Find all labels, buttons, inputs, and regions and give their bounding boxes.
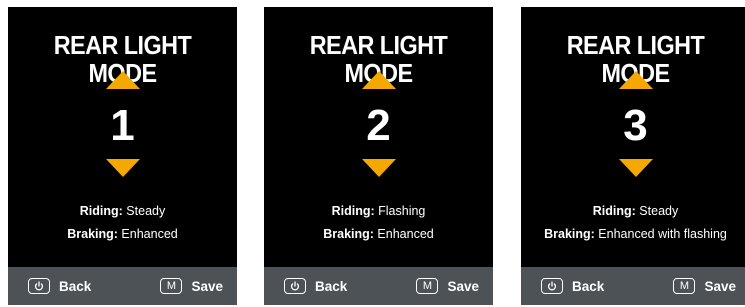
m-key-icon: M xyxy=(416,278,439,294)
riding-info: Riding: Steady xyxy=(521,203,745,219)
save-button[interactable]: M Save xyxy=(673,277,736,295)
save-label: Save xyxy=(704,278,736,294)
footer-bar: Back M Save xyxy=(8,267,237,305)
save-label: Save xyxy=(447,278,479,294)
arrow-up-icon[interactable] xyxy=(105,71,140,89)
braking-label: Braking: xyxy=(67,227,118,241)
braking-info: Braking: Enhanced xyxy=(264,226,493,242)
braking-label: Braking: xyxy=(544,227,595,241)
back-label: Back xyxy=(572,278,605,294)
riding-value: Steady xyxy=(122,204,166,218)
back-label: Back xyxy=(59,278,92,294)
save-button[interactable]: M Save xyxy=(416,277,479,295)
power-icon xyxy=(284,278,306,294)
display-screen-mode-3: REAR LIGHT MODE 3 Riding: Steady Braking… xyxy=(521,7,745,305)
arrow-up-icon[interactable] xyxy=(361,71,396,89)
riding-label: Riding: xyxy=(592,204,636,218)
braking-info: Braking: Enhanced with flashing xyxy=(521,226,745,242)
power-icon xyxy=(541,278,563,294)
riding-info: Riding: Flashing xyxy=(264,203,493,219)
mode-number: 1 xyxy=(110,101,135,150)
mode-number: 3 xyxy=(623,101,648,150)
riding-info: Riding: Steady xyxy=(8,203,237,219)
power-icon xyxy=(28,278,50,294)
save-label: Save xyxy=(191,278,223,294)
m-key-icon: M xyxy=(673,278,696,294)
back-button[interactable]: Back xyxy=(284,277,347,295)
m-key-icon: M xyxy=(160,278,183,294)
braking-value: Enhanced with flashing xyxy=(594,227,727,241)
braking-value: Enhanced xyxy=(117,227,178,241)
riding-value: Flashing xyxy=(374,204,426,218)
arrow-down-icon[interactable] xyxy=(105,159,140,177)
arrow-up-icon[interactable] xyxy=(618,71,653,89)
arrow-down-icon[interactable] xyxy=(618,159,653,177)
footer-bar: Back M Save xyxy=(521,267,745,305)
display-screen-mode-1: REAR LIGHT MODE 1 Riding: Steady Braking… xyxy=(8,7,237,305)
riding-label: Riding: xyxy=(331,204,375,218)
arrow-down-icon[interactable] xyxy=(361,159,396,177)
back-button[interactable]: Back xyxy=(28,277,91,295)
braking-value: Enhanced xyxy=(373,227,434,241)
back-button[interactable]: Back xyxy=(541,277,604,295)
mode-number: 2 xyxy=(366,101,391,150)
footer-bar: Back M Save xyxy=(264,267,493,305)
braking-label: Braking: xyxy=(323,227,374,241)
riding-label: Riding: xyxy=(79,204,123,218)
braking-info: Braking: Enhanced xyxy=(8,226,237,242)
save-button[interactable]: M Save xyxy=(160,277,223,295)
back-label: Back xyxy=(315,278,348,294)
display-screen-mode-2: REAR LIGHT MODE 2 Riding: Flashing Braki… xyxy=(264,7,493,305)
riding-value: Steady xyxy=(635,204,679,218)
